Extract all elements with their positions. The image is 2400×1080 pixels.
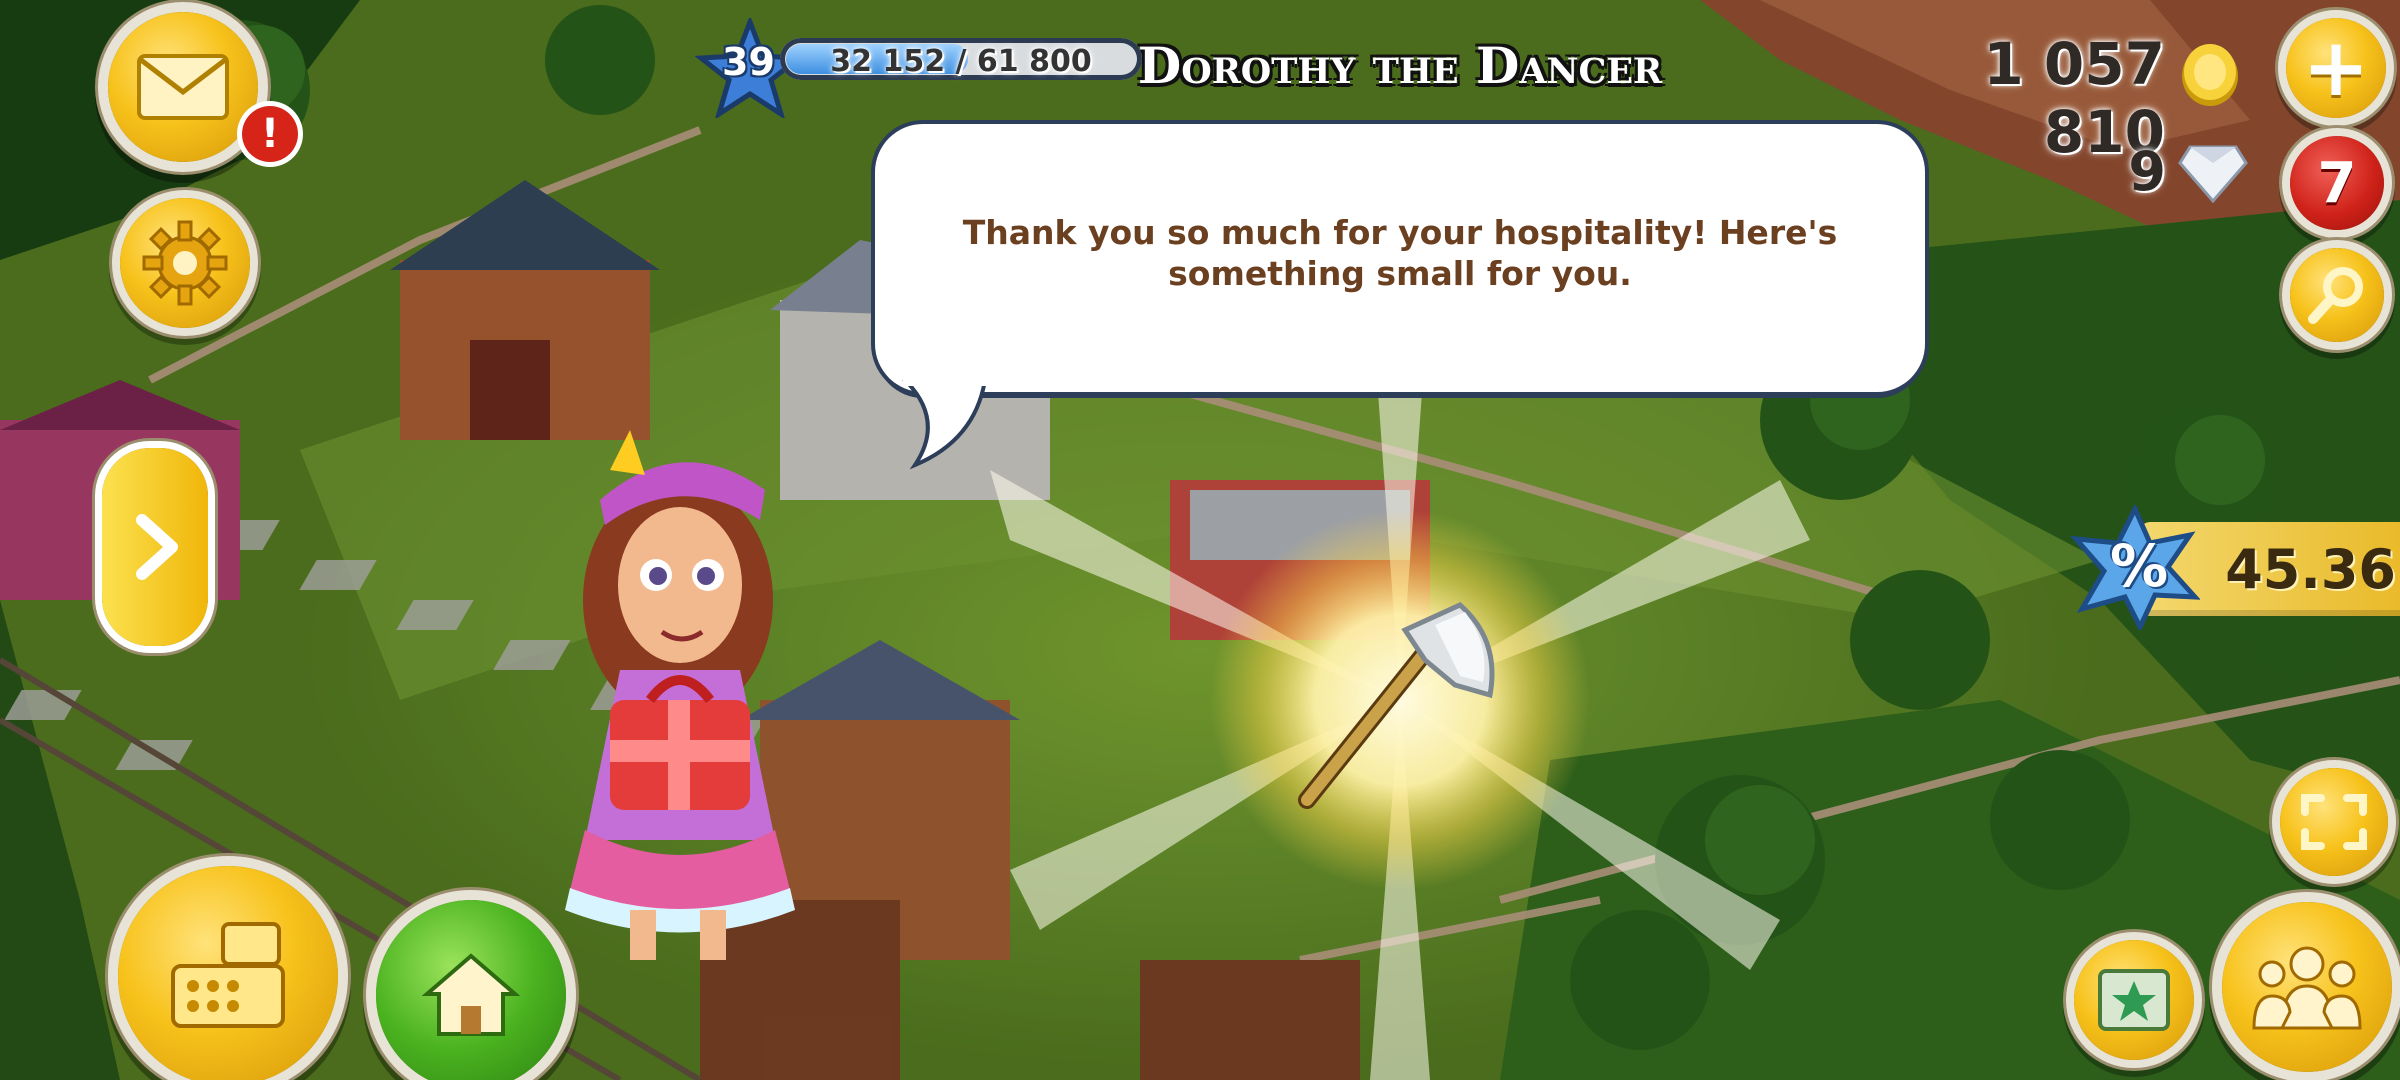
mail-badge-text: ! xyxy=(260,111,280,157)
shop-gems-button[interactable]: 7 xyxy=(2290,136,2384,230)
speech-bubble-tail xyxy=(902,380,989,470)
speech-bubble: Thank you so much for your hospitality! … xyxy=(875,124,1925,392)
character-name: Dorothy the Dancer xyxy=(1137,36,1663,95)
chevron-right-icon xyxy=(136,514,178,580)
gear-icon xyxy=(142,220,228,306)
coin-icon xyxy=(2182,44,2238,106)
envelope-icon xyxy=(137,54,229,120)
shop-badge: 7 xyxy=(2317,150,2357,216)
level-number: 39 xyxy=(722,40,775,84)
friends-button[interactable] xyxy=(2222,902,2392,1072)
game-scene[interactable]: Thank you so much for your hospitality! … xyxy=(0,0,2400,1080)
cash-register-icon xyxy=(171,922,285,1028)
house-icon xyxy=(421,953,521,1036)
home-button[interactable] xyxy=(376,900,566,1080)
mail-badge: ! xyxy=(242,106,298,162)
expand-panel-button[interactable] xyxy=(102,448,208,646)
xp-text: 32 152 / 61 800 xyxy=(830,44,1092,79)
axe-icon xyxy=(1298,602,1495,809)
settings-button[interactable] xyxy=(120,198,250,328)
character-dorothy xyxy=(565,430,795,960)
diamond-icon xyxy=(2178,145,2248,203)
search-button[interactable] xyxy=(2290,248,2384,342)
discount-symbol: % xyxy=(2110,532,2169,600)
album-button[interactable] xyxy=(2074,940,2194,1060)
people-icon xyxy=(2252,946,2362,1030)
cash-register-button[interactable] xyxy=(118,866,338,1080)
gem-count: 9 xyxy=(2128,140,2166,203)
mail-button[interactable] xyxy=(108,12,258,162)
add-coins-button[interactable]: + xyxy=(2286,18,2386,118)
dialog-message: Thank you so much for your hospitality! … xyxy=(962,213,1838,293)
expand-arrows-icon xyxy=(2301,794,2367,850)
discount-value: 45.36 xyxy=(2225,538,2396,601)
zoom-button[interactable] xyxy=(2280,768,2388,876)
magnifier-icon xyxy=(2308,267,2363,324)
plus-icon: + xyxy=(2302,21,2370,114)
map-icon xyxy=(2098,969,2170,1031)
